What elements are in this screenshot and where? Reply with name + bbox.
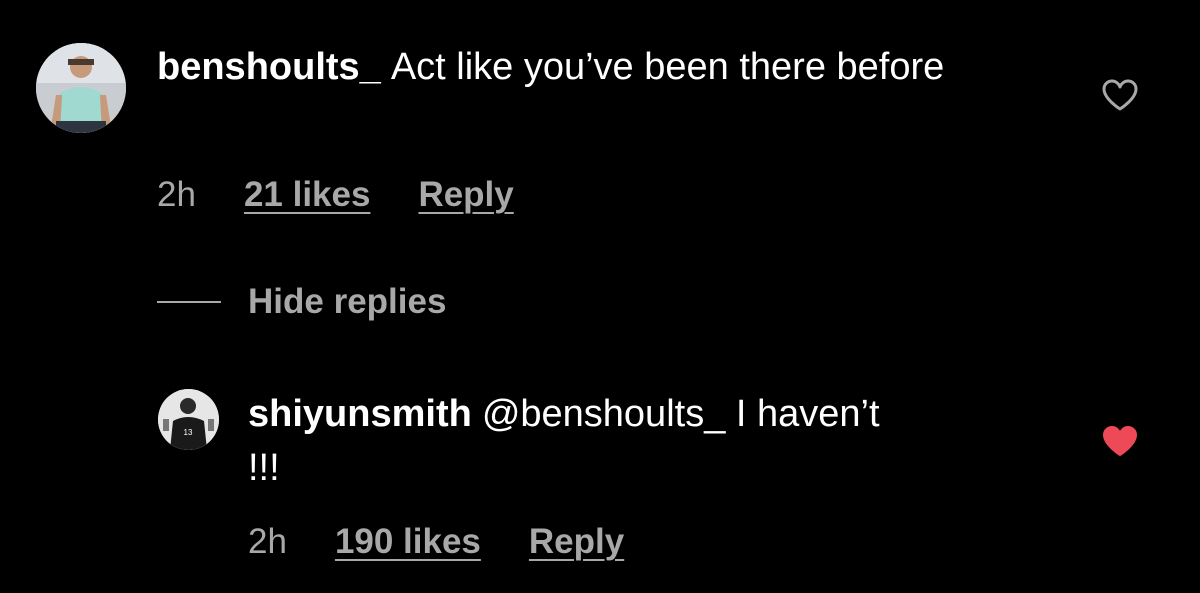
replies-divider-line bbox=[157, 301, 221, 303]
hide-replies-label[interactable]: Hide replies bbox=[248, 282, 446, 322]
heart-filled-icon[interactable] bbox=[1101, 424, 1139, 458]
comment-text: Act like you’ve been there before bbox=[390, 46, 945, 88]
avatar-photo-icon: 13 bbox=[158, 389, 219, 450]
heart-outline-icon[interactable] bbox=[1101, 78, 1139, 112]
reply-timestamp: 2h bbox=[248, 522, 287, 561]
reply-meta: 2h 190 likes Reply bbox=[248, 522, 624, 562]
comment-body: benshoults_ Act like you’ve been there be… bbox=[157, 40, 1037, 94]
reply-username[interactable]: shiyunsmith bbox=[248, 393, 472, 435]
commenter-avatar[interactable] bbox=[36, 43, 126, 133]
reply-button[interactable]: Reply bbox=[418, 175, 513, 215]
reply-body: shiyunsmith @benshoults_ I haven’t !!! bbox=[248, 387, 888, 495]
reply-avatar[interactable]: 13 bbox=[158, 389, 219, 450]
reply-likes-link[interactable]: 190 likes bbox=[335, 522, 481, 562]
comment-meta: 2h 21 likes Reply bbox=[157, 175, 514, 215]
comment-timestamp: 2h bbox=[157, 175, 196, 214]
svg-text:13: 13 bbox=[184, 428, 193, 437]
hide-replies-toggle[interactable]: Hide replies bbox=[157, 282, 446, 322]
comment-likes-link[interactable]: 21 likes bbox=[244, 175, 371, 215]
reply-button[interactable]: Reply bbox=[529, 522, 624, 562]
avatar-photo-icon bbox=[36, 43, 126, 133]
comment-username[interactable]: benshoults_ bbox=[157, 46, 381, 88]
